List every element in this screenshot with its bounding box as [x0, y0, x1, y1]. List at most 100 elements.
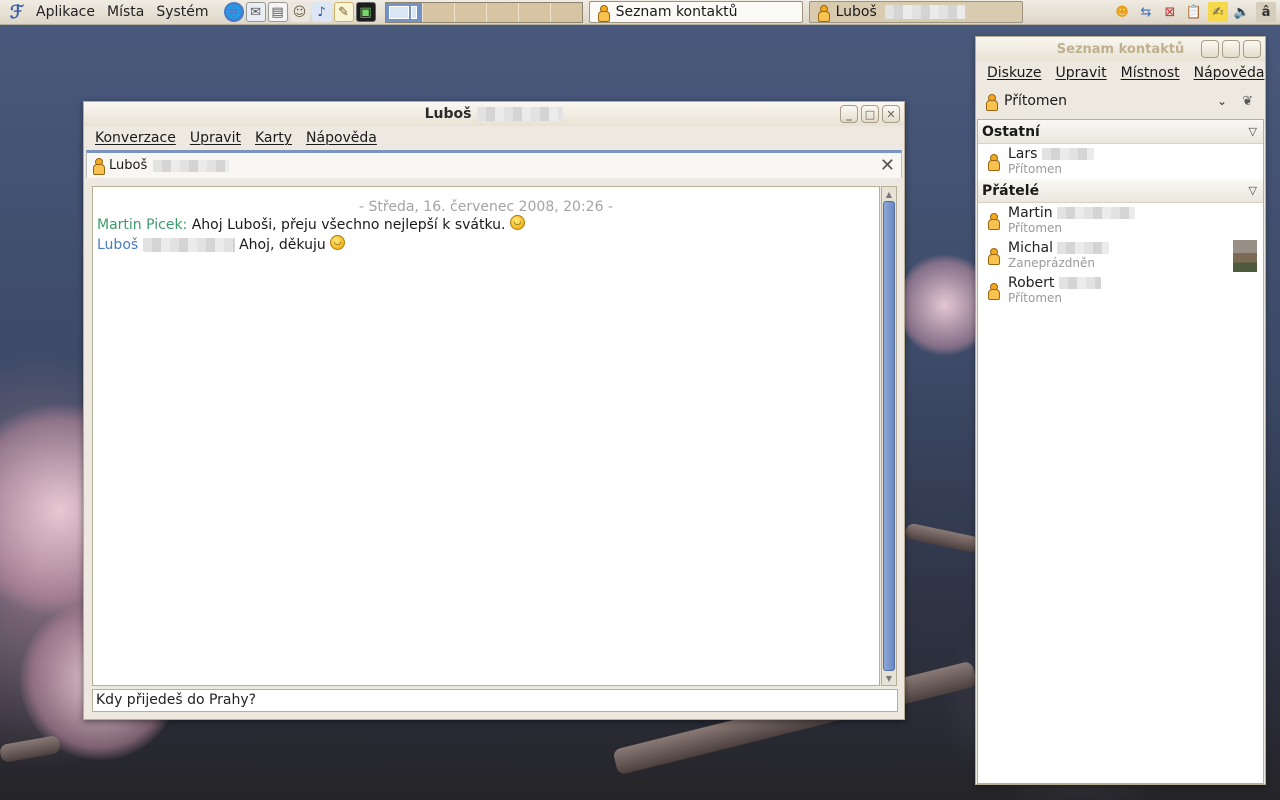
buddy-status-icon	[988, 248, 1000, 265]
workspace-3[interactable]	[455, 2, 488, 22]
buddy-list-menubar: Diskuze Upravit Místnost Nápověda	[976, 61, 1265, 85]
minimize-icon[interactable]	[1201, 40, 1219, 58]
notes-tray-icon[interactable]: ✍	[1208, 2, 1228, 22]
menu-help[interactable]: Nápověda	[299, 130, 384, 146]
buddy-item[interactable]: Robert Přítomen	[978, 273, 1263, 308]
collapse-icon[interactable]: ▽	[1249, 125, 1257, 138]
redacted-surname	[153, 159, 230, 172]
avatar	[1233, 240, 1257, 272]
conversation-log[interactable]: - Středa, 16. červenec 2008, 20:26 - Mar…	[92, 186, 880, 686]
launcher-group: 🌐 ✉ ▤ ☺ ♪ ✎ ▣	[223, 2, 377, 22]
presentation-icon[interactable]: ▤	[267, 2, 288, 22]
globe-icon[interactable]: 🌐	[223, 2, 244, 22]
task-label: Luboš	[835, 4, 877, 20]
task-contact-list[interactable]: Seznam kontaktů	[588, 1, 803, 23]
buddy-list-titlebar[interactable]: Seznam kontaktů	[976, 37, 1265, 61]
group-name: Ostatní	[982, 123, 1040, 140]
task-chat[interactable]: Luboš	[808, 1, 1023, 23]
notes-icon[interactable]: ✎	[333, 2, 354, 22]
people-icon[interactable]: ☺	[289, 2, 310, 22]
pidgin-tray-icon[interactable]: ☻	[1112, 2, 1132, 22]
network-icon[interactable]: ⇆	[1136, 2, 1156, 22]
scroll-down-icon[interactable]: ▼	[882, 671, 896, 685]
menu-places[interactable]: Místa	[101, 4, 150, 20]
buddy-status: Přítomen	[1008, 290, 1063, 305]
buddy-name: Lars	[1008, 146, 1094, 162]
buddy-name: Michal	[1008, 240, 1110, 256]
redacted-surname	[884, 5, 965, 19]
menu-edit[interactable]: Upravit	[1048, 65, 1113, 81]
notification-area: ☻ ⇆ ⊠ 📋 ✍ 🔈 â	[1112, 2, 1276, 22]
tab-chat-lubos[interactable]: Luboš ✕	[86, 150, 902, 178]
collapse-icon[interactable]: ▽	[1249, 184, 1257, 197]
chat-window: Luboš _ □ ✕ Konverzace Upravit Karty Náp…	[83, 101, 905, 720]
menu-edit[interactable]: Upravit	[183, 130, 248, 146]
buddy-status-icon	[988, 154, 1000, 171]
menu-buddies[interactable]: Diskuze	[980, 65, 1048, 81]
menu-tabs[interactable]: Karty	[248, 130, 299, 146]
close-icon[interactable]: ✕	[882, 105, 900, 123]
redacted-surname	[477, 107, 564, 121]
buddy-name: Robert	[1008, 275, 1101, 291]
buddy-icon	[93, 158, 105, 175]
chevron-down-icon[interactable]: ⌄	[1217, 94, 1227, 108]
smiley-icon: ◡	[509, 215, 525, 230]
maximize-icon[interactable]: □	[861, 105, 879, 123]
scrollbar-thumb[interactable]	[883, 201, 895, 671]
workspace-4[interactable]	[487, 2, 519, 22]
workspace-2[interactable]	[423, 2, 456, 22]
music-icon[interactable]: ♪	[311, 2, 332, 22]
group-header[interactable]: Ostatní ▽	[978, 120, 1263, 144]
message-nick: Martin Picek:	[97, 217, 188, 233]
minimize-icon[interactable]: _	[840, 105, 858, 123]
clipboard-icon[interactable]: 📋	[1184, 2, 1204, 22]
buddy-status-icon	[988, 213, 1000, 230]
workspace-switcher[interactable]	[384, 1, 583, 23]
window-title: Seznam kontaktů	[1056, 41, 1185, 57]
network-offline-icon[interactable]: ⊠	[1160, 2, 1180, 22]
buddy-item[interactable]: Michal Zaneprázdněn	[978, 238, 1263, 273]
buddy-status-icon	[988, 283, 1000, 300]
group-header[interactable]: Přátelé ▽	[978, 179, 1263, 203]
mail-icon[interactable]: ✉	[245, 2, 266, 22]
message-nick: Luboš	[97, 237, 139, 253]
buddy-status: Zaneprázdněn	[1008, 255, 1095, 270]
top-panel: ℱ Aplikace Místa Systém 🌐 ✉ ▤ ☺ ♪ ✎ ▣ Se…	[0, 0, 1280, 25]
date-separator: - Středa, 16. červenec 2008, 20:26 -	[359, 199, 613, 215]
status-selector[interactable]: Přítomen ⌄ ❦	[976, 85, 1265, 117]
user-switch-icon[interactable]: â	[1256, 2, 1276, 22]
branch-decoration	[0, 734, 62, 764]
buddy-icon	[817, 4, 830, 22]
chat-titlebar[interactable]: Luboš _ □ ✕	[84, 102, 904, 126]
chat-message: Luboš Ahoj, děkuju ◡	[93, 235, 879, 255]
menu-help[interactable]: Nápověda	[1187, 65, 1272, 81]
branch-decoration	[904, 522, 981, 554]
message-text: Ahoj Luboši, přeju všechno nejlepší k sv…	[191, 217, 506, 233]
conversation-scrollbar[interactable]: ▲ ▼	[881, 186, 897, 686]
window-controls: _ □ ✕	[840, 105, 900, 123]
buddy-status: Přítomen	[1008, 161, 1063, 176]
close-icon[interactable]	[1243, 40, 1261, 58]
gnome-foot-icon[interactable]: ℱ	[8, 2, 26, 23]
buddy-icon	[597, 4, 610, 22]
menu-conversation[interactable]: Konverzace	[88, 130, 183, 146]
tab-close-icon[interactable]: ✕	[880, 155, 895, 176]
volume-icon[interactable]: 🔈	[1232, 2, 1252, 22]
message-input[interactable]: Kdy přijedeš do Prahy?	[92, 689, 898, 712]
menu-rooms[interactable]: Místnost	[1114, 65, 1187, 81]
workspace-5[interactable]	[519, 2, 551, 22]
window-title: Luboš	[424, 106, 472, 122]
terminal-icon[interactable]: ▣	[355, 2, 376, 22]
maximize-icon[interactable]	[1222, 40, 1240, 58]
workspace-1[interactable]	[385, 2, 424, 22]
menu-applications[interactable]: Aplikace	[30, 4, 101, 20]
buddy-item[interactable]: Lars Přítomen	[978, 144, 1263, 179]
window-controls	[1201, 40, 1261, 58]
buddy-item[interactable]: Martin Přítomen	[978, 203, 1263, 238]
workspace-window-thumb	[410, 5, 417, 19]
status-available-icon	[986, 93, 998, 111]
menu-system[interactable]: Systém	[150, 4, 214, 20]
workspace-6[interactable]	[551, 3, 582, 22]
foot-icon[interactable]: ❦	[1242, 94, 1253, 109]
scroll-up-icon[interactable]: ▲	[882, 187, 896, 201]
